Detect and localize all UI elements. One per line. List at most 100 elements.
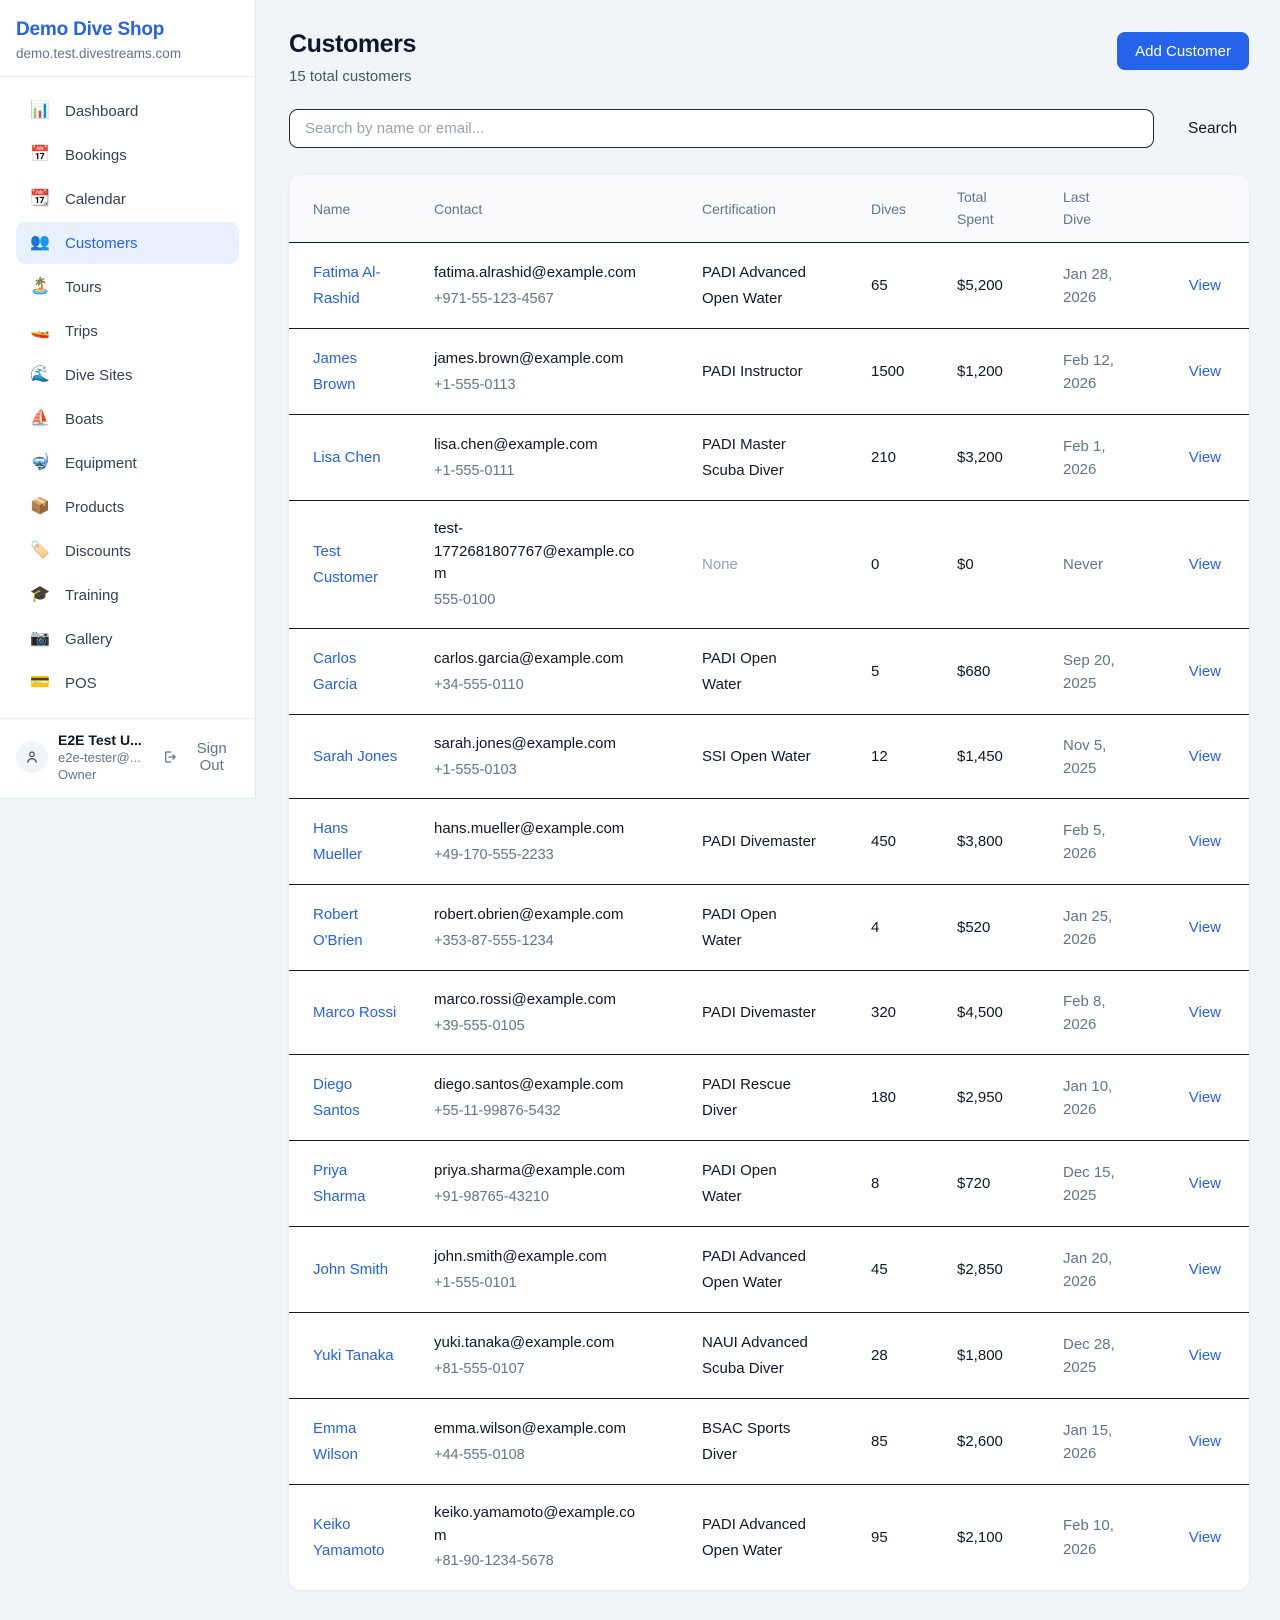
sidebar-nav: 📊 Dashboard 📅 Bookings 📆 Calendar 👥 Cust… [0,77,255,716]
person-icon [24,749,40,765]
column-header-total-spent: Total Spent [957,175,1063,243]
boats-icon: ⛵ [30,411,50,427]
customer-name-link[interactable]: Yuki Tanaka [313,1343,394,1369]
view-customer-link[interactable]: View [1189,748,1221,765]
customer-total-spent: $720 [957,1141,1063,1227]
customer-name-link[interactable]: James Brown [313,346,399,397]
add-customer-button[interactable]: Add Customer [1117,32,1249,70]
customer-name-link[interactable]: Keiko Yamamoto [313,1512,399,1563]
sidebar-item-label: Bookings [65,147,127,164]
sidebar-item-trips[interactable]: 🚤 Trips [16,310,239,352]
sidebar-item-products[interactable]: 📦 Products [16,486,239,528]
customer-name-link[interactable]: Robert O'Brien [313,902,399,953]
customer-certification: PADI Advanced Open Water [702,1512,820,1563]
customer-last-dive: Jan 20, 2026 [1063,1247,1125,1294]
sidebar-item-training[interactable]: 🎓 Training [16,574,239,616]
sidebar-item-equipment[interactable]: 🤿 Equipment [16,442,239,484]
table-row: Keiko Yamamoto keiko.yamamoto@example.co… [289,1485,1249,1590]
customer-name-link[interactable]: Fatima Al-Rashid [313,260,399,311]
customer-certification: None [702,552,738,578]
customer-name-link[interactable]: Carlos Garcia [313,646,399,697]
view-customer-link[interactable]: View [1189,1004,1221,1021]
sidebar-item-bookings[interactable]: 📅 Bookings [16,134,239,176]
table-row: Carlos Garcia carlos.garcia@example.com … [289,629,1249,715]
customer-name-link[interactable]: Lisa Chen [313,445,381,471]
sidebar: Demo Dive Shop demo.test.divestreams.com… [0,0,256,799]
sidebar-item-customers[interactable]: 👥 Customers [16,222,239,264]
customer-name-link[interactable]: John Smith [313,1257,388,1283]
customer-email: marco.rossi@example.com [434,989,616,1012]
customer-certification: PADI Instructor [702,359,803,385]
customer-last-dive: Jan 10, 2026 [1063,1075,1125,1122]
customer-total-spent: $3,800 [957,799,1063,885]
sidebar-item-pos[interactable]: 💳 POS [16,662,239,704]
sidebar-item-tours[interactable]: 🏝️ Tours [16,266,239,308]
sidebar-item-label: POS [65,675,97,692]
view-customer-link[interactable]: View [1189,1089,1221,1106]
customer-name-link[interactable]: Marco Rossi [313,1000,396,1026]
customer-dives: 95 [871,1485,957,1590]
tours-icon: 🏝️ [30,279,50,295]
customer-last-dive: Feb 1, 2026 [1063,435,1125,482]
view-customer-link[interactable]: View [1189,919,1221,936]
customer-total-spent: $2,100 [957,1485,1063,1590]
sidebar-item-label: Dive Sites [65,367,133,384]
user-info: E2E Test U... e2e-tester@... Owner [58,732,150,782]
view-customer-link[interactable]: View [1189,363,1221,380]
sidebar-item-calendar[interactable]: 📆 Calendar [16,178,239,220]
sidebar-item-label: Trips [65,323,98,340]
customer-name-link[interactable]: Test Customer [313,539,399,590]
view-customer-link[interactable]: View [1189,449,1221,466]
sidebar-item-dashboard[interactable]: 📊 Dashboard [16,90,239,132]
sidebar-item-boats[interactable]: ⛵ Boats [16,398,239,440]
customer-phone: +81-555-0107 [434,1358,690,1380]
view-customer-link[interactable]: View [1189,1261,1221,1278]
sidebar-item-label: Customers [65,235,138,252]
sidebar-item-label: Tours [65,279,102,296]
sign-out-icon [162,749,177,765]
table-row: Fatima Al-Rashid fatima.alrashid@example… [289,243,1249,329]
customer-phone: +1-555-0101 [434,1272,690,1294]
search-button[interactable]: Search [1188,120,1237,138]
sidebar-item-gallery[interactable]: 📷 Gallery [16,618,239,660]
view-customer-link[interactable]: View [1189,1433,1221,1450]
customer-last-dive: Dec 15, 2025 [1063,1161,1125,1208]
customer-name-link[interactable]: Emma Wilson [313,1416,399,1467]
view-customer-link[interactable]: View [1189,1347,1221,1364]
page-title: Customers [289,30,416,59]
customer-certification: PADI Open Water [702,1158,820,1209]
customer-total-spent: $1,450 [957,715,1063,799]
customer-phone: +1-555-0113 [434,374,690,396]
pos-icon: 💳 [30,675,50,691]
view-customer-link[interactable]: View [1189,277,1221,294]
customer-phone: +55-11-99876-5432 [434,1100,690,1122]
table-row: Priya Sharma priya.sharma@example.com +9… [289,1141,1249,1227]
customer-certification: PADI Divemaster [702,1000,816,1026]
view-customer-link[interactable]: View [1189,833,1221,850]
customer-last-dive: Sep 20, 2025 [1063,649,1125,696]
customer-last-dive: Feb 12, 2026 [1063,349,1125,396]
shop-name: Demo Dive Shop [16,19,235,41]
sign-out-button[interactable]: Sign Out [162,740,239,774]
customer-name-link[interactable]: Diego Santos [313,1072,399,1123]
view-customer-link[interactable]: View [1189,1529,1221,1546]
customer-name-link[interactable]: Priya Sharma [313,1158,399,1209]
view-customer-link[interactable]: View [1189,1175,1221,1192]
customer-name-link[interactable]: Sarah Jones [313,744,397,770]
view-customer-link[interactable]: View [1189,663,1221,680]
search-input[interactable] [289,109,1154,148]
sidebar-item-discounts[interactable]: 🏷️ Discounts [16,530,239,572]
sidebar-item-label: Training [65,587,119,604]
customer-certification: PADI Rescue Diver [702,1072,820,1123]
customers-icon: 👥 [30,235,50,251]
main-content: Customers 15 total customers Add Custome… [257,0,1280,1620]
customer-total-spent: $1,200 [957,329,1063,415]
customer-name-link[interactable]: Hans Mueller [313,816,399,867]
sidebar-item-dive-sites[interactable]: 🌊 Dive Sites [16,354,239,396]
table-header-row: NameContactCertificationDivesTotal Spent… [289,175,1249,243]
customer-phone: +1-555-0111 [434,460,690,482]
view-customer-link[interactable]: View [1189,556,1221,573]
column-header-actions [1170,175,1249,243]
customer-total-spent: $520 [957,885,1063,971]
table-row: James Brown james.brown@example.com +1-5… [289,329,1249,415]
